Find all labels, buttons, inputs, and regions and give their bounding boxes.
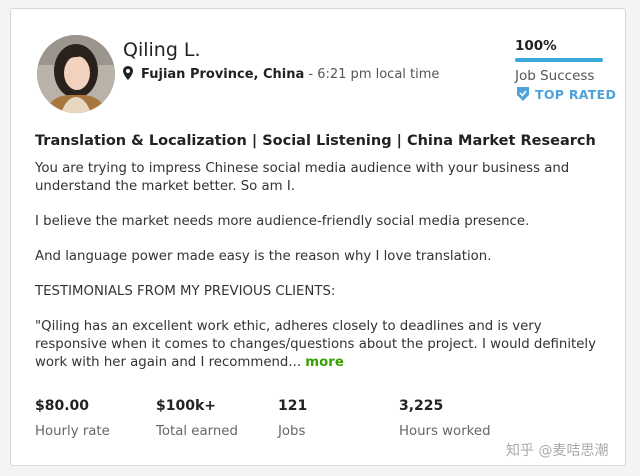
profile-name: Qiling L. bbox=[123, 39, 201, 61]
stat-label: Total earned bbox=[156, 424, 238, 439]
source-watermark: 知乎 @麦咭思潮 bbox=[506, 443, 609, 459]
stat-label: Hours worked bbox=[399, 424, 491, 439]
stat-value: $100k+ bbox=[156, 398, 217, 414]
stat-hourly-rate: $80.00 Hourly rate bbox=[35, 398, 110, 439]
stat-value: 121 bbox=[278, 398, 308, 414]
testimonial-text: "Qiling has an excellent work ethic, adh… bbox=[35, 318, 605, 372]
avatar-photo bbox=[37, 35, 115, 113]
top-rated-shield-icon bbox=[517, 87, 529, 101]
stat-jobs: 121 Jobs bbox=[278, 398, 307, 439]
profile-avatar[interactable] bbox=[37, 35, 115, 113]
more-link[interactable]: more bbox=[305, 355, 344, 370]
location-row: Fujian Province, China - 6:21 pm local t… bbox=[123, 66, 439, 82]
stat-value: 3,225 bbox=[399, 398, 444, 414]
freelancer-profile-card: Qiling L. Fujian Province, China - 6:21 … bbox=[10, 8, 626, 466]
job-success-bar bbox=[515, 58, 603, 62]
local-time: - 6:21 pm local time bbox=[304, 67, 440, 82]
job-success-percent: 100% bbox=[515, 38, 557, 54]
stat-label: Hourly rate bbox=[35, 424, 110, 439]
stat-total-earned: $100k+ Total earned bbox=[156, 398, 238, 439]
location-pin-icon bbox=[123, 66, 133, 80]
overview-paragraph: And language power made easy is the reas… bbox=[35, 249, 492, 264]
stat-hours-worked: 3,225 Hours worked bbox=[399, 398, 491, 439]
stat-label: Jobs bbox=[278, 424, 306, 439]
job-success-label: Job Success bbox=[515, 68, 595, 84]
stat-value: $80.00 bbox=[35, 398, 90, 414]
testimonials-heading: TESTIMONIALS FROM MY PREVIOUS CLIENTS: bbox=[35, 284, 336, 299]
overview-paragraph: You are trying to impress Chinese social… bbox=[35, 161, 570, 194]
location-text: Fujian Province, China bbox=[141, 67, 305, 82]
job-success: 100% Job Success bbox=[515, 38, 605, 84]
top-rated-badge: TOP RATED bbox=[517, 87, 616, 102]
profile-headline: Translation & Localization | Social List… bbox=[35, 133, 596, 149]
profile-overview: You are trying to impress Chinese social… bbox=[35, 160, 605, 389]
top-rated-label: TOP RATED bbox=[535, 87, 617, 102]
overview-paragraph: I believe the market needs more audience… bbox=[35, 214, 530, 229]
